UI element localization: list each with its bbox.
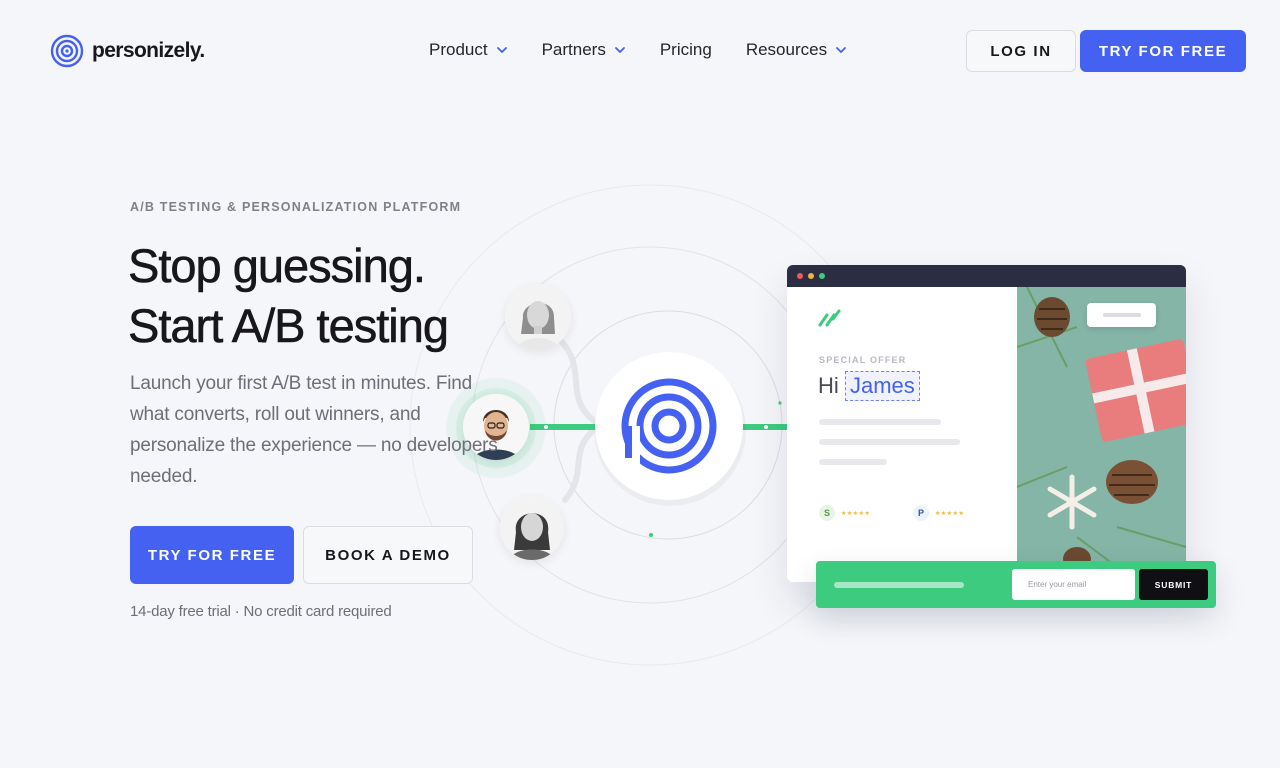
window-titlebar bbox=[787, 265, 1186, 287]
headline-line-1: Stop guessing. bbox=[128, 239, 427, 293]
window-maximize-dot bbox=[819, 273, 825, 279]
hub-circle bbox=[595, 352, 743, 500]
popup-content: SPECIAL OFFER Hi James S ★★★★★ P ★★★★★ bbox=[787, 287, 1017, 582]
try-for-free-hero-button[interactable]: TRY FOR FREE bbox=[130, 526, 294, 584]
login-button[interactable]: LOG IN bbox=[966, 30, 1076, 72]
nav-item-label: Partners bbox=[541, 40, 606, 59]
text-placeholder-line bbox=[819, 439, 960, 445]
hero-eyebrow: A/B TESTING & PERSONALIZATION PLATFORM bbox=[130, 200, 462, 214]
chevron-down-icon bbox=[496, 47, 507, 53]
hero-subtext: Launch your first A/B test in minutes. F… bbox=[130, 373, 498, 487]
trial-note: 14-day free trial · No credit card requi… bbox=[130, 603, 392, 620]
window-close-dot bbox=[797, 273, 803, 279]
orbit-dot bbox=[778, 401, 782, 405]
avatar-woman-top bbox=[505, 284, 571, 350]
email-input[interactable] bbox=[1012, 569, 1135, 600]
pinecone bbox=[1034, 297, 1070, 337]
personalized-name: James bbox=[845, 371, 920, 401]
greeting-text: Hi bbox=[818, 373, 839, 398]
nav-item-pricing[interactable]: Pricing bbox=[660, 40, 712, 60]
brand-mark-icon bbox=[818, 309, 841, 327]
text-placeholder-line bbox=[819, 419, 941, 425]
pinecone bbox=[1106, 460, 1158, 504]
window-minimize-dot bbox=[808, 273, 814, 279]
nav-item-label: Resources bbox=[745, 40, 828, 59]
orbit-dot bbox=[649, 533, 653, 537]
connector-top bbox=[557, 337, 603, 428]
special-offer-label: SPECIAL OFFER bbox=[819, 355, 907, 365]
nav-item-label: Pricing bbox=[659, 40, 712, 59]
nav-item-product[interactable]: Product bbox=[429, 40, 508, 60]
image-overlay-tag bbox=[1087, 303, 1156, 327]
connector-bottom bbox=[562, 422, 603, 503]
headline-line-2: Start A/B testing bbox=[128, 299, 450, 353]
rating-stars: ★★★★★ bbox=[935, 510, 965, 517]
try-for-free-header-button[interactable]: TRY FOR FREE bbox=[1080, 30, 1246, 72]
email-capture-bar: SUBMIT bbox=[816, 561, 1216, 608]
christmas-gift-image bbox=[1017, 287, 1186, 582]
chevron-down-icon bbox=[836, 47, 846, 53]
nav-item-label: Product bbox=[429, 40, 488, 59]
chevron-down-icon bbox=[614, 47, 625, 53]
logo[interactable]: personizely. bbox=[50, 34, 205, 68]
connector-dot bbox=[544, 425, 548, 429]
personizely-p-icon bbox=[621, 378, 717, 474]
rating-stars: ★★★★★ bbox=[841, 510, 871, 517]
paypal-icon: P bbox=[913, 505, 929, 521]
nav-item-resources[interactable]: Resources bbox=[746, 40, 847, 60]
main-nav: Product Partners Pricing Resources bbox=[429, 40, 847, 60]
shopify-rating: S ★★★★★ bbox=[819, 505, 870, 521]
form-text-placeholder bbox=[834, 582, 964, 588]
text-placeholder-line bbox=[819, 459, 887, 465]
nav-item-partners[interactable]: Partners bbox=[542, 40, 626, 60]
gift-photo bbox=[1017, 287, 1186, 582]
logo-text: personizely. bbox=[92, 39, 205, 62]
book-demo-button[interactable]: BOOK A DEMO bbox=[303, 526, 473, 584]
personalized-popup-mockup: SPECIAL OFFER Hi James S ★★★★★ P ★★★★★ bbox=[787, 265, 1186, 582]
connector-dot bbox=[764, 425, 768, 429]
shopify-icon: S bbox=[819, 505, 835, 521]
hub-shadow bbox=[594, 354, 746, 506]
orbit-ring-inner bbox=[553, 310, 783, 540]
concentric-circles-logo-icon bbox=[50, 34, 84, 68]
avatar-woman-bottom bbox=[500, 496, 564, 560]
paypal-rating: P ★★★★★ bbox=[913, 505, 964, 521]
hero-headline: Stop guessing. Start A/B testing bbox=[128, 236, 450, 356]
submit-button[interactable]: SUBMIT bbox=[1139, 569, 1208, 600]
